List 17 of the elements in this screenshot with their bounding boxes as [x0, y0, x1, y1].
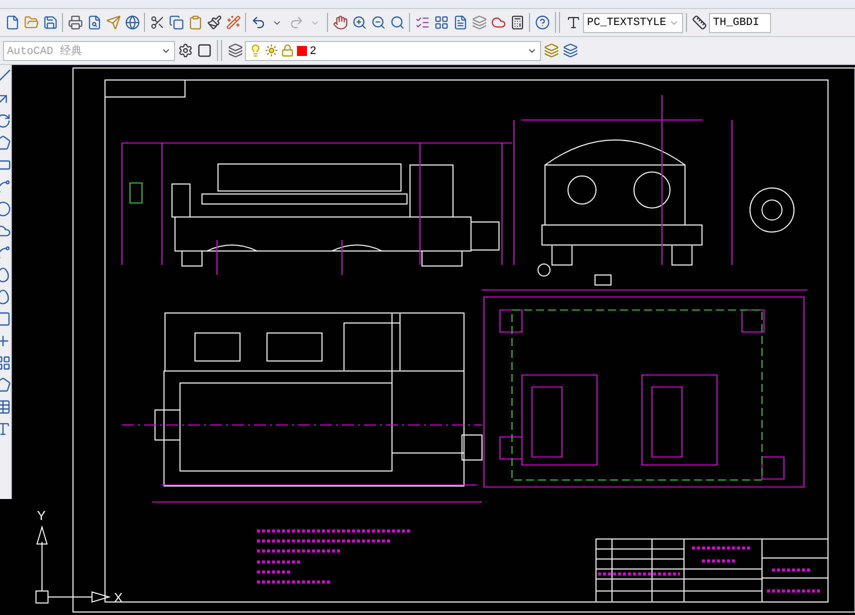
block-icon[interactable] [0, 311, 11, 327]
region-icon[interactable] [0, 377, 11, 393]
text-icon[interactable] [0, 421, 11, 437]
polygon-icon[interactable] [0, 135, 11, 151]
cloud-icon[interactable] [0, 223, 11, 239]
layer-dropdown[interactable]: 2 [245, 40, 541, 60]
dimension-style-dropdown[interactable]: TH_GBDI [709, 12, 771, 32]
lock-icon [281, 44, 294, 57]
y-axis-label: Y [37, 508, 46, 523]
text-style-dropdown[interactable]: PC_TEXTSTYLE [583, 12, 683, 32]
table-icon[interactable] [0, 399, 11, 415]
ucs-axes-icon [36, 525, 111, 604]
point-icon[interactable] [0, 333, 11, 349]
hatch-icon[interactable] [0, 355, 11, 371]
layer-name: 2 [310, 44, 318, 56]
sun-icon [265, 44, 278, 57]
polyline-icon[interactable] [0, 113, 11, 129]
